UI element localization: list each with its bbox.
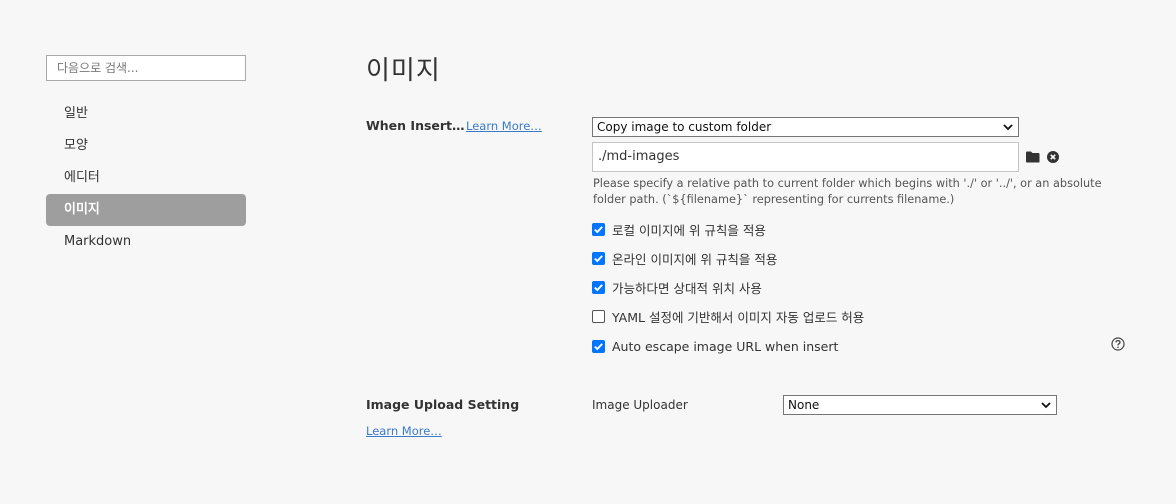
checkmark-icon (594, 342, 603, 350)
option-label: 온라인 이미지에 위 규칙을 적용 (612, 251, 778, 267)
clear-icon[interactable] (1047, 151, 1059, 163)
option-apply-local[interactable]: 로컬 이미지에 위 규칙을 적용 (592, 221, 766, 238)
image-uploader-select-value: None (788, 398, 820, 412)
sidebar-item-markdown[interactable]: Markdown (46, 226, 246, 258)
help-icon[interactable] (1111, 337, 1125, 351)
sidebar-item-general[interactable]: 일반 (46, 98, 246, 130)
folder-icon[interactable] (1026, 151, 1040, 163)
sidebar-nav: 일반 모양 에디터 이미지 Markdown (46, 98, 246, 258)
option-label: 가능하다면 상대적 위치 사용 (612, 280, 762, 296)
option-label: Auto escape image URL when insert (612, 338, 839, 354)
chevron-down-icon (1041, 402, 1051, 409)
sidebar: 일반 모양 에디터 이미지 Markdown (46, 55, 246, 258)
sidebar-item-appearance[interactable]: 모양 (46, 130, 246, 162)
option-label: YAML 설정에 기반해서 이미지 자동 업로드 허용 (612, 309, 865, 325)
checkmark-icon (594, 283, 603, 291)
chevron-down-icon (1003, 124, 1013, 131)
option-label: 로컬 이미지에 위 규칙을 적용 (612, 222, 766, 238)
image-folder-path-input[interactable]: ./md-images (592, 142, 1019, 172)
option-relative-path[interactable]: 가능하다면 상대적 위치 사용 (592, 279, 762, 296)
sidebar-item-editor[interactable]: 에디터 (46, 162, 246, 194)
image-uploader-label: Image Uploader (592, 398, 688, 412)
checkbox-yaml-auto-upload[interactable] (592, 309, 605, 323)
option-auto-escape-url[interactable]: Auto escape image URL when insert (592, 338, 838, 354)
when-insert-label: When Insert… (366, 118, 465, 133)
checkbox-apply-local[interactable] (592, 222, 605, 236)
search-input[interactable] (46, 55, 246, 81)
image-upload-learn-more-link[interactable]: Learn More… (366, 424, 442, 438)
checkmark-icon (594, 254, 603, 262)
image-upload-label: Image Upload Setting (366, 397, 520, 412)
checkmark-icon (594, 225, 603, 233)
option-apply-online[interactable]: 온라인 이미지에 위 규칙을 적용 (592, 250, 778, 267)
insert-action-select[interactable]: Copy image to custom folder (592, 117, 1019, 137)
checkbox-relative-path[interactable] (592, 280, 605, 294)
insert-action-select-value: Copy image to custom folder (597, 120, 772, 134)
option-yaml-auto-upload[interactable]: YAML 설정에 기반해서 이미지 자동 업로드 허용 (592, 308, 865, 325)
path-hint-text: Please specify a relative path to curren… (593, 177, 1102, 206)
image-uploader-select[interactable]: None (783, 395, 1057, 415)
page-title: 이미지 (366, 56, 441, 86)
checkbox-auto-escape-url[interactable] (592, 339, 605, 353)
when-insert-learn-more-link[interactable]: Learn More… (466, 119, 542, 133)
checkbox-apply-online[interactable] (592, 251, 605, 265)
sidebar-item-image[interactable]: 이미지 (46, 194, 246, 226)
